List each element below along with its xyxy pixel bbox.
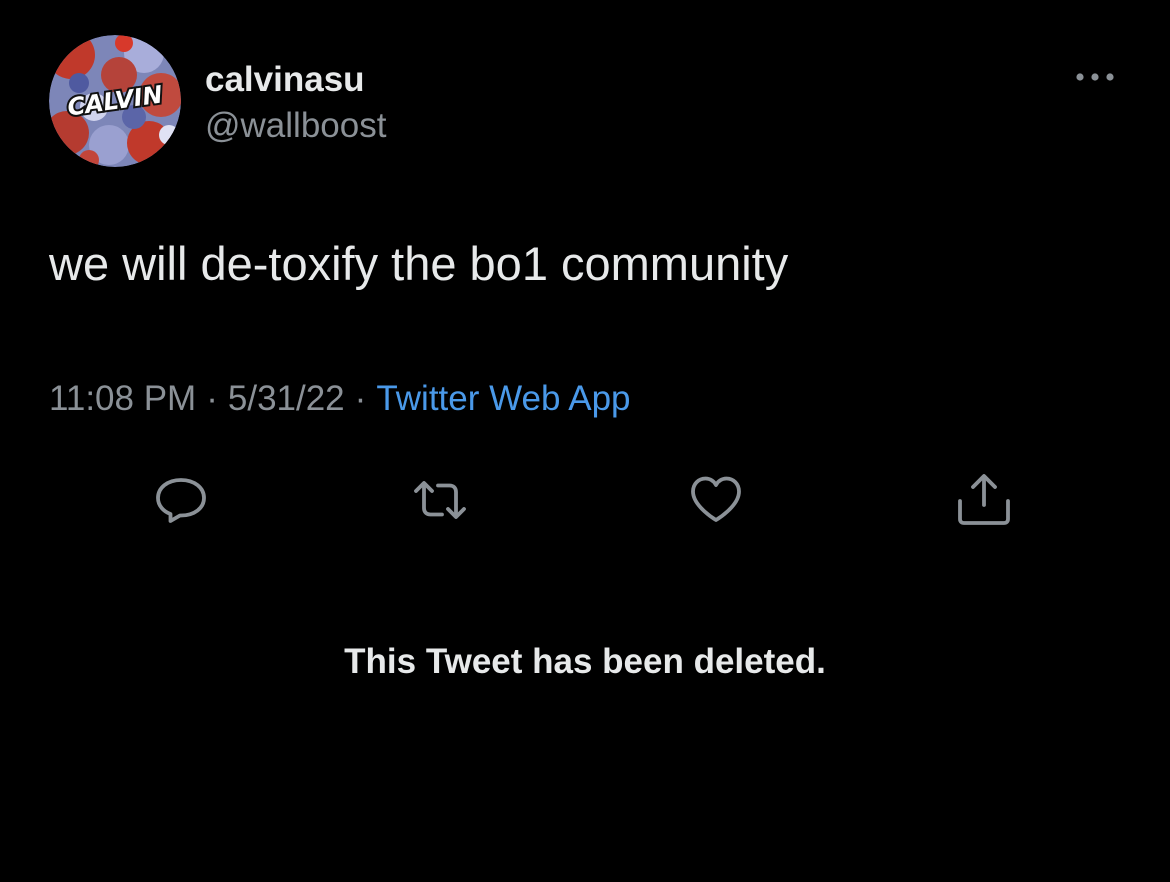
calvin-logo-avatar: CALVIN — [49, 35, 181, 167]
share-icon — [958, 474, 1010, 525]
tweet-date: 5/31/22 — [227, 379, 345, 418]
heart-icon — [691, 476, 741, 522]
like-button[interactable] — [688, 472, 744, 528]
user-handle[interactable]: @wallboost — [205, 104, 386, 148]
deleted-tweet-notice: This Tweet has been deleted. — [344, 642, 826, 681]
tweet-metadata: 11:08 PM · 5/31/22 · Twitter Web App — [49, 377, 631, 421]
display-name[interactable]: calvinasu — [205, 58, 365, 102]
more-dots-icon — [1076, 73, 1114, 81]
more-options-button[interactable] — [1068, 60, 1122, 94]
meta-separator: · — [354, 379, 367, 418]
tweet-source-link[interactable]: Twitter Web App — [376, 379, 630, 418]
reply-button[interactable] — [153, 472, 209, 528]
reply-bubble-icon — [156, 478, 206, 523]
retweet-icon — [414, 481, 466, 519]
share-button[interactable] — [956, 472, 1012, 528]
retweet-button[interactable] — [412, 472, 468, 528]
tweet-detail: CALVIN calvinasu @wallboost we will de-t… — [0, 0, 1170, 882]
meta-separator: · — [206, 379, 218, 418]
tweet-time: 11:08 PM — [49, 379, 197, 418]
tweet-text: we will de-toxify the bo1 community — [49, 237, 789, 290]
avatar[interactable]: CALVIN — [49, 35, 181, 167]
